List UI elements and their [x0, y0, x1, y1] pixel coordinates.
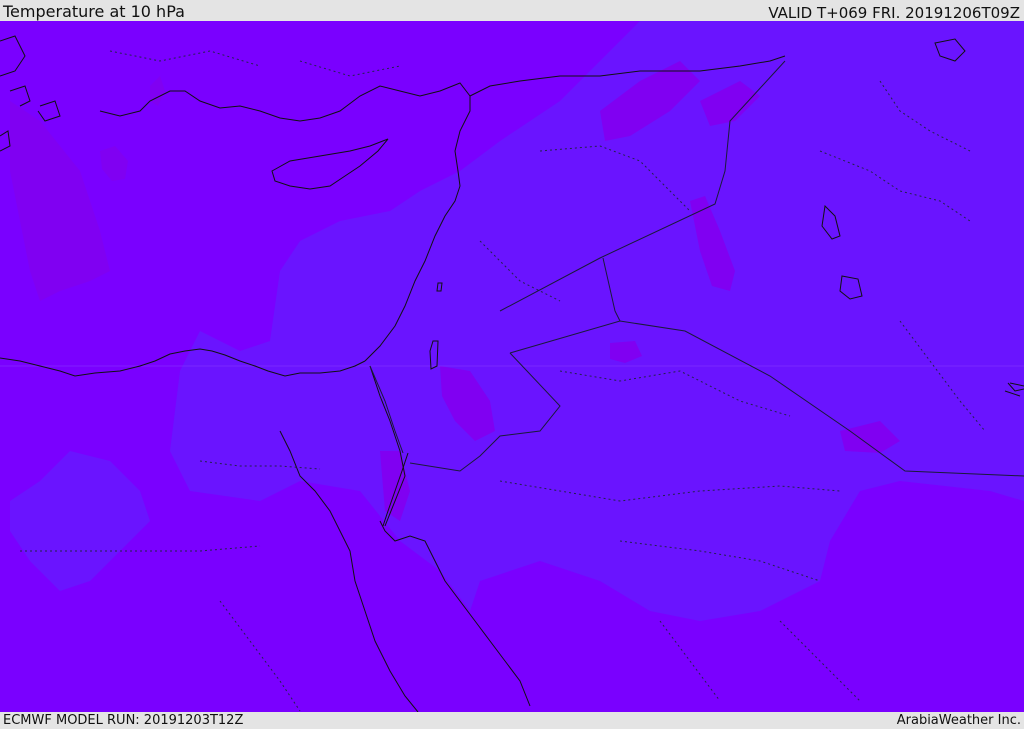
- map-title: Temperature at 10 hPa: [3, 2, 185, 21]
- credit-label: ArabiaWeather Inc.: [896, 713, 1021, 728]
- header-bar: Temperature at 10 hPa VALID T+069 FRI. 2…: [0, 0, 1024, 21]
- valid-time: VALID T+069 FRI. 20191206T09Z: [768, 4, 1020, 22]
- map-canvas: [0, 21, 1024, 712]
- model-run-label: ECMWF MODEL RUN: 20191203T12Z: [3, 713, 244, 728]
- footer-bar: ECMWF MODEL RUN: 20191203T12Z ArabiaWeat…: [0, 712, 1024, 729]
- temperature-map[interactable]: [0, 21, 1024, 712]
- page: Temperature at 10 hPa VALID T+069 FRI. 2…: [0, 0, 1024, 729]
